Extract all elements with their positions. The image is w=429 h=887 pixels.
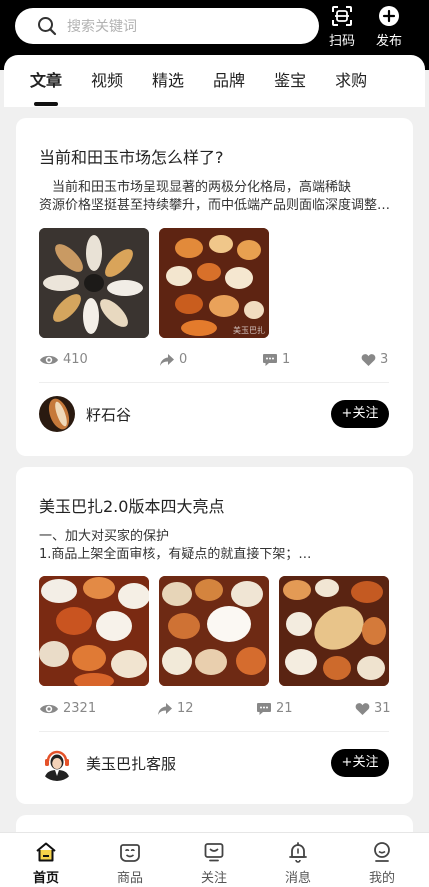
divider	[39, 382, 389, 383]
author-name[interactable]: 美玉巴扎客服	[86, 753, 176, 774]
post-title: 当前和田玉市场怎么样了?	[39, 148, 224, 167]
publish-label: 发布	[375, 34, 402, 49]
excerpt-line: 一、加大对买家的保护	[39, 529, 170, 544]
image-watermark: 美玉巴扎	[233, 326, 265, 335]
author-name[interactable]: 籽石谷	[86, 404, 131, 425]
divider	[39, 731, 389, 732]
excerpt-line: 1.商品上架全面审核，有疑点的就直接下架；…	[39, 547, 312, 562]
nav-following[interactable]: 关注	[184, 841, 244, 886]
nav-home-label: 首页	[32, 871, 59, 886]
avatar-image	[39, 396, 75, 432]
follow-button[interactable]: +关注	[331, 400, 389, 428]
nav-following-label: 关注	[200, 871, 227, 886]
eye-icon	[40, 704, 58, 713]
search-bar[interactable]: 搜索关键词	[15, 8, 319, 44]
plus-circle-icon	[379, 6, 399, 26]
like-button[interactable]: 3	[361, 352, 388, 367]
follow-button[interactable]: +关注	[331, 749, 389, 777]
bag-icon	[120, 844, 140, 862]
nav-profile-label: 我的	[368, 871, 395, 886]
comment-icon	[257, 702, 271, 715]
post-card[interactable]: 当前和田玉市场怎么样了? 当前和田玉市场呈现显著的两极分化格局，高端稀缺 资源价…	[16, 118, 413, 456]
excerpt-line: 当前和田玉市场呈现显著的两极分化格局，高端稀缺	[39, 180, 352, 195]
jade-pebbles-image	[159, 228, 269, 338]
nav-home[interactable]: 首页	[16, 841, 76, 886]
scan-icon	[332, 6, 352, 26]
publish-button[interactable]: 发布	[369, 4, 409, 49]
scan-label: 扫码	[328, 34, 355, 49]
comment-icon	[263, 353, 277, 366]
avatar[interactable]	[39, 745, 75, 781]
share-icon	[160, 353, 174, 366]
home-icon	[36, 842, 56, 862]
post-title: 美玉巴扎2.0版本四大亮点	[39, 497, 225, 516]
tab-wanted[interactable]: 求购	[335, 55, 367, 107]
tab-brands[interactable]: 品牌	[213, 55, 245, 107]
nav-messages[interactable]: 消息	[268, 841, 328, 886]
jade-pebbles-image	[39, 228, 149, 338]
bell-icon	[289, 842, 307, 863]
jade-pebbles-image	[39, 576, 149, 686]
scan-button[interactable]: 扫码	[322, 4, 362, 49]
tab-videos[interactable]: 视频	[91, 55, 123, 107]
post-image[interactable]	[39, 228, 149, 338]
like-count-value: 3	[380, 352, 389, 367]
avatar[interactable]	[39, 396, 75, 432]
share-button[interactable]: 0	[159, 352, 187, 367]
category-tabs: 文章 视频 精选 品牌 鉴宝 求购	[4, 55, 425, 107]
jade-pebbles-image	[279, 576, 389, 686]
search-icon	[38, 17, 57, 36]
nav-messages-label: 消息	[284, 871, 311, 886]
nav-products[interactable]: 商品	[100, 841, 160, 886]
view-count: 410	[39, 352, 88, 367]
tab-featured[interactable]: 精选	[152, 55, 184, 107]
like-button[interactable]: 31	[355, 701, 391, 716]
follow-icon	[204, 843, 224, 862]
customer-service-avatar-icon	[39, 745, 75, 781]
post-excerpt: 一、加大对买家的保护 1.商品上架全面审核，有疑点的就直接下架；…	[39, 528, 393, 564]
search-placeholder: 搜索关键词	[67, 19, 137, 35]
nav-products-label: 商品	[116, 871, 143, 886]
post-image[interactable]: 美玉巴扎	[159, 228, 269, 338]
eye-icon	[40, 355, 58, 364]
view-count-value: 410	[63, 352, 88, 367]
profile-icon	[374, 842, 390, 862]
comment-count-value: 1	[282, 352, 291, 367]
excerpt-line: 资源价格坚挺甚至持续攀升，而中低端产品则面临深度调整…	[39, 198, 391, 213]
share-count-value: 12	[177, 701, 194, 716]
comment-button[interactable]: 1	[262, 352, 290, 367]
comment-count-value: 21	[276, 701, 293, 716]
post-card[interactable]: 美玉巴扎2.0版本四大亮点 一、加大对买家的保护 1.商品上架全面审核，有疑点的…	[16, 467, 413, 804]
post-image[interactable]	[279, 576, 389, 686]
heart-icon	[355, 702, 370, 715]
comment-button[interactable]: 21	[256, 701, 293, 716]
tab-appraisal[interactable]: 鉴宝	[274, 55, 306, 107]
bottom-navigation: 首页 商品 关注 消息 我的	[0, 832, 429, 887]
post-image[interactable]	[39, 576, 149, 686]
like-count-value: 31	[374, 701, 391, 716]
jade-pebbles-image	[159, 576, 269, 686]
nav-profile[interactable]: 我的	[352, 841, 412, 886]
view-count: 2321	[39, 701, 96, 716]
share-count-value: 0	[179, 352, 188, 367]
share-button[interactable]: 12	[157, 701, 194, 716]
post-image[interactable]	[159, 576, 269, 686]
share-icon	[158, 702, 172, 715]
view-count-value: 2321	[63, 701, 97, 716]
tab-articles[interactable]: 文章	[30, 55, 62, 107]
heart-icon	[361, 353, 376, 366]
post-excerpt: 当前和田玉市场呈现显著的两极分化格局，高端稀缺 资源价格坚挺甚至持续攀升，而中低…	[39, 179, 393, 215]
